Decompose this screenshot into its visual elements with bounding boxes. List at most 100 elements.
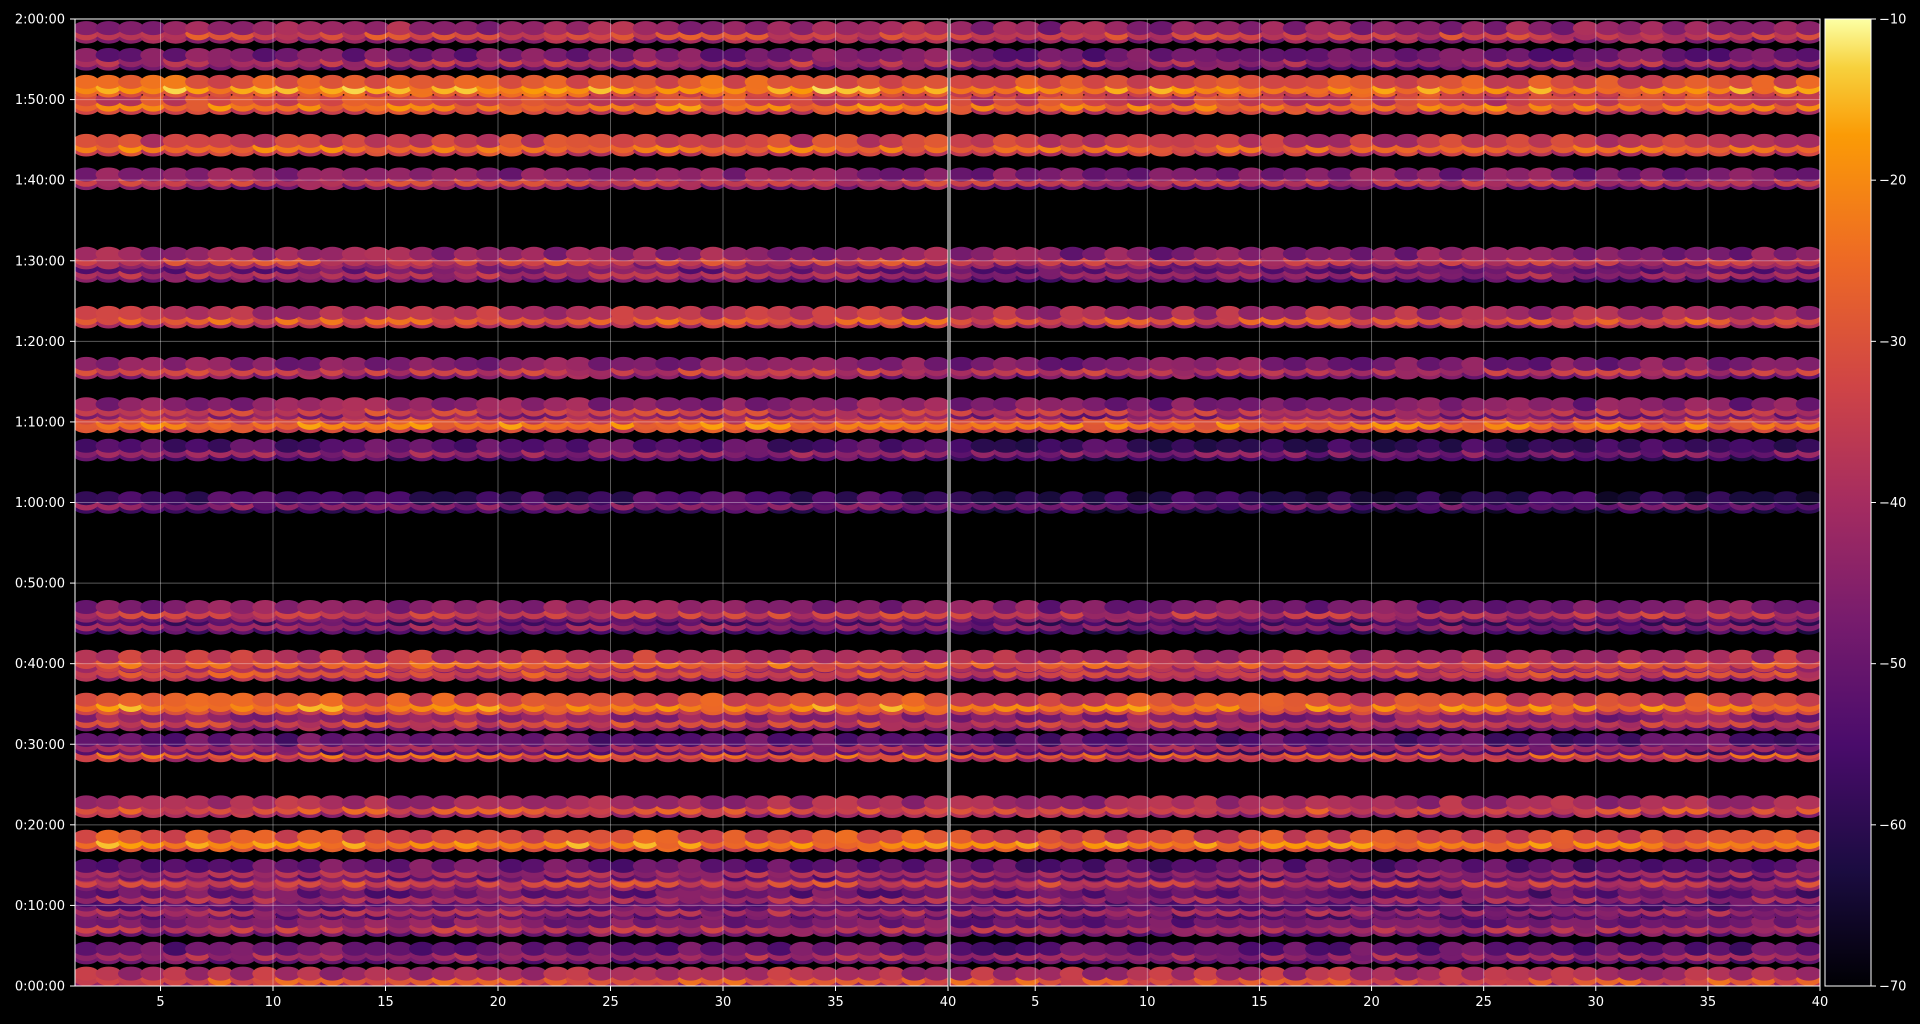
heatmap-cell	[1662, 941, 1688, 956]
heatmap-cell	[632, 966, 659, 981]
heatmap-cell	[1528, 733, 1555, 747]
heatmap-cell	[1572, 733, 1599, 747]
heatmap-cell	[655, 795, 682, 810]
heatmap-cell	[162, 167, 189, 182]
heatmap-cell	[75, 829, 100, 844]
heatmap-cell	[789, 438, 816, 453]
heatmap-cell	[722, 692, 749, 707]
heatmap-cell	[75, 491, 100, 506]
heatmap-cell	[1773, 858, 1800, 873]
heatmap-cell	[1171, 966, 1198, 981]
heatmap-cell	[207, 397, 234, 412]
heatmap-cell	[1394, 966, 1421, 981]
heatmap-cell	[677, 167, 704, 182]
heatmap-cell	[610, 649, 637, 664]
heatmap-cell	[1639, 795, 1666, 810]
heatmap-cell	[1438, 829, 1465, 844]
heatmap-cell	[1483, 733, 1510, 747]
heatmap-cell	[632, 438, 659, 453]
heatmap-cell	[207, 733, 234, 747]
heatmap-cell	[140, 733, 167, 747]
heatmap-cell	[1505, 858, 1532, 873]
heatmap-cell	[520, 74, 547, 89]
heatmap-cell	[1706, 795, 1733, 810]
heatmap-cell	[364, 246, 391, 261]
heatmap-cell	[274, 397, 301, 412]
heatmap-cell	[1037, 795, 1064, 810]
heatmap-cell	[118, 649, 144, 664]
heatmap-cell	[118, 966, 144, 981]
heatmap-cell	[498, 795, 525, 810]
heatmap-cell	[252, 133, 279, 148]
heatmap-cell	[453, 48, 480, 62]
heatmap-cell	[498, 491, 525, 506]
heatmap-cell	[950, 733, 975, 747]
heatmap-cell	[834, 649, 861, 664]
heatmap-cell	[834, 491, 861, 506]
heatmap-cell	[923, 649, 948, 664]
heatmap-cell	[364, 692, 391, 707]
heatmap-cell	[901, 966, 928, 981]
heatmap-cell	[319, 692, 346, 707]
heatmap-cell	[386, 600, 413, 614]
heatmap-cell	[789, 48, 816, 62]
heatmap-cell	[1728, 795, 1755, 810]
heatmap-cell	[431, 692, 458, 707]
heatmap-cell	[677, 941, 704, 956]
heatmap-cell	[140, 74, 167, 89]
heatmap-cell	[409, 438, 435, 453]
heatmap-cell	[970, 733, 997, 747]
heatmap-cell	[901, 858, 928, 873]
heatmap-cell	[140, 692, 167, 707]
heatmap-cell	[811, 21, 838, 36]
heatmap-cell	[1193, 858, 1220, 873]
heatmap-cell	[856, 941, 883, 956]
heatmap-cell	[722, 491, 749, 506]
heatmap-cell	[1015, 795, 1042, 810]
heatmap-cell	[1327, 966, 1354, 981]
heatmap-cell	[789, 649, 816, 664]
heatmap-cell	[1171, 858, 1198, 873]
heatmap-cell	[700, 438, 726, 453]
heatmap-cell	[207, 48, 234, 62]
heatmap-cell	[655, 246, 682, 261]
heatmap-cell	[610, 491, 637, 506]
heatmap-cell	[1126, 733, 1153, 747]
heatmap-cell	[229, 829, 256, 844]
heatmap-cell	[207, 491, 234, 506]
heatmap-cell	[677, 246, 704, 261]
heatmap-cell	[879, 491, 905, 506]
heatmap-cell	[767, 74, 794, 89]
heatmap-cell	[297, 48, 323, 62]
heatmap-cell	[856, 167, 883, 182]
heatmap-cell	[901, 74, 928, 89]
heatmap-cell	[632, 829, 659, 844]
heatmap-cell	[767, 167, 794, 182]
heatmap-cell	[1082, 858, 1108, 873]
heatmap-cell	[1617, 829, 1644, 844]
heatmap-cell	[409, 491, 435, 506]
heatmap-cell	[565, 74, 592, 89]
heatmap-cell	[856, 858, 883, 873]
heatmap-cell	[879, 649, 905, 664]
heatmap-cell	[95, 305, 122, 320]
heatmap-cell	[1595, 733, 1622, 747]
heatmap-cell	[252, 692, 279, 707]
heatmap-cell	[207, 438, 234, 453]
heatmap-cell	[364, 438, 391, 453]
heatmap-cell	[252, 305, 279, 320]
heatmap-cell	[520, 246, 547, 261]
heatmap-cell	[297, 941, 323, 956]
heatmap-cell	[901, 21, 928, 36]
heatmap-cell	[409, 795, 435, 810]
heatmap-cell	[185, 133, 212, 148]
heatmap-cell	[140, 246, 167, 261]
heatmap-cell	[677, 649, 704, 664]
heatmap-cell	[1795, 829, 1820, 844]
heatmap-cell	[767, 692, 794, 707]
heatmap-cell	[744, 397, 771, 412]
heatmap-cell	[700, 356, 726, 371]
heatmap-cell	[498, 858, 525, 873]
heatmap-cell	[565, 795, 592, 810]
heatmap-cell	[252, 600, 279, 614]
